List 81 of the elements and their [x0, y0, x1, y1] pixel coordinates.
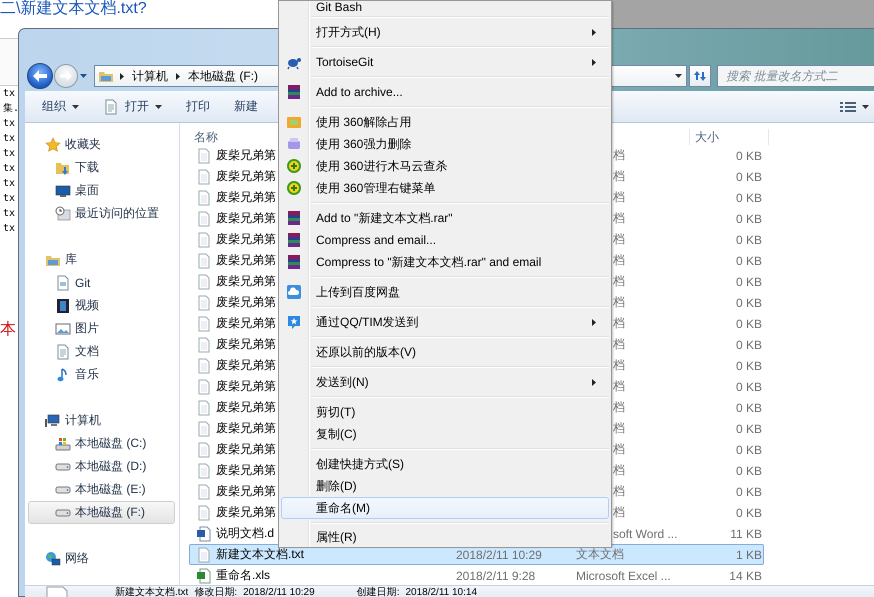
file-size: 11 KB [730, 526, 763, 540]
file-type: 档 [613, 420, 625, 437]
file-name: 废柴兄弟第 [216, 210, 276, 227]
detail-label: 修改日期: [194, 586, 238, 597]
file-type: 文本文档 [576, 546, 624, 563]
file-size: 0 KB [736, 400, 763, 414]
file-name: 废柴兄弟第 [216, 504, 276, 521]
file-size: 0 KB [736, 380, 763, 394]
side-text: 本 [0, 321, 16, 339]
file-name: 废柴兄弟第 [216, 231, 276, 248]
file-name: 废柴兄弟第 [216, 378, 276, 395]
file-type: 档 [613, 210, 625, 227]
file-type: 档 [613, 504, 625, 521]
file-name: 废柴兄弟第 [216, 315, 276, 332]
file-type: 档 [613, 231, 625, 248]
file-size: 0 KB [736, 506, 763, 520]
console-line: 集. [2, 102, 18, 116]
console-line: tx [2, 222, 16, 236]
file-type: soft Word ... [613, 526, 678, 540]
file-type: 档 [613, 399, 625, 416]
file-date: 2018/2/11 9:28 [456, 568, 536, 582]
file-type: 档 [613, 462, 625, 479]
file-size: 0 KB [736, 170, 763, 184]
file-name: 废柴兄弟第 [216, 399, 276, 416]
file-size: 0 KB [736, 254, 763, 268]
file-name: 废柴兄弟第 [216, 441, 276, 458]
file-name: 废柴兄弟第 [216, 357, 276, 374]
file-size: 0 KB [736, 358, 763, 372]
file-type: 档 [613, 315, 625, 332]
file-type: 档 [613, 294, 625, 311]
file-size: 0 KB [736, 274, 763, 288]
file-name: 废柴兄弟第 [216, 168, 276, 185]
file-name: 废柴兄弟第 [216, 420, 276, 437]
console-line: tx [2, 132, 16, 146]
file-name: 新建文本文档.txt [216, 546, 304, 563]
console-line: tx [2, 207, 16, 221]
file-size: 0 KB [736, 484, 763, 498]
file-type: 档 [613, 483, 625, 500]
file-type: 档 [613, 357, 625, 374]
file-date: 2018/2/11 10:29 [456, 548, 542, 562]
file-name: 废柴兄弟第 [216, 483, 276, 500]
file-size: 0 KB [736, 464, 763, 478]
detail-label: 创建日期: [356, 586, 400, 597]
file-size: 0 KB [736, 338, 763, 352]
file-size: 14 KB [729, 568, 763, 582]
console-line: tx [2, 147, 16, 161]
file-name: 废柴兄弟第 [216, 273, 276, 290]
file-name: 废柴兄弟第 [216, 336, 276, 353]
file-type: 档 [613, 252, 625, 269]
file-name: 废柴兄弟第 [216, 147, 276, 164]
file-size: 0 KB [736, 296, 763, 310]
detail-value: 2018/2/11 10:29 [243, 586, 315, 597]
file-name: 废柴兄弟第 [216, 189, 276, 206]
file-type: 档 [613, 168, 625, 185]
file-type: Microsoft Excel ... [576, 568, 671, 582]
file-size: 0 KB [736, 422, 763, 436]
detail-file-name: 新建文本文档.txt [115, 586, 188, 597]
file-size: 0 KB [736, 148, 763, 162]
console-line: tx [2, 162, 16, 176]
console-line: tx [2, 177, 16, 191]
file-type: 档 [613, 378, 625, 395]
file-name: 废柴兄弟第 [216, 462, 276, 479]
file-type: 档 [613, 189, 625, 206]
console-line: tx [2, 87, 16, 101]
file-size: 0 KB [736, 316, 763, 330]
file-type: 档 [613, 441, 625, 458]
file-name: 重命名.xls [216, 567, 270, 584]
file-name: 废柴兄弟第 [216, 252, 276, 269]
file-type: 档 [613, 336, 625, 353]
file-type: 档 [613, 273, 625, 290]
console-line: tx [2, 117, 16, 131]
file-type: 档 [613, 147, 625, 164]
file-size: 0 KB [736, 232, 763, 246]
file-size: 0 KB [736, 442, 763, 456]
file-name: 废柴兄弟第 [216, 294, 276, 311]
file-size: 1 KB [736, 548, 763, 562]
detail-value: 2018/2/11 10:14 [405, 586, 478, 597]
file-size: 0 KB [736, 190, 763, 204]
file-size: 0 KB [736, 212, 763, 226]
console-line: tx [2, 192, 16, 206]
file-name: 说明文档.d [216, 525, 274, 542]
